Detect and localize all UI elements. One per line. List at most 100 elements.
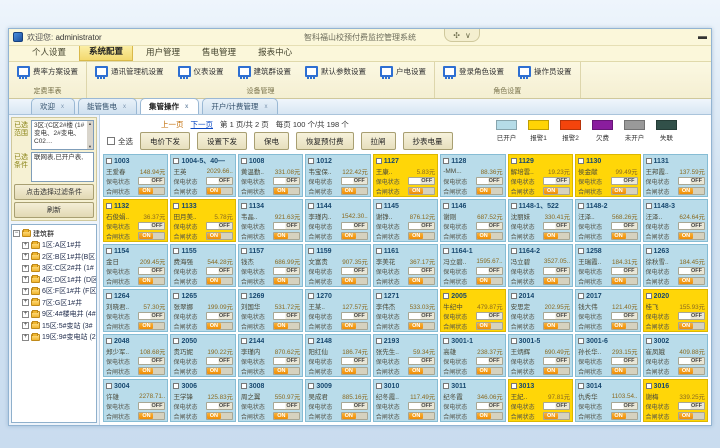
menu-item[interactable]: 个人设置 bbox=[23, 44, 75, 61]
keep-power-toggle[interactable]: OFF bbox=[341, 312, 368, 320]
room-checkbox[interactable] bbox=[511, 158, 517, 164]
room-card[interactable]: 1148-3 汪泽.. 624.64元 保电状态 OFF 合闸状态 ON bbox=[643, 199, 708, 242]
tree-item[interactable]: + 4区:D区1#井 (D区 bbox=[22, 275, 95, 285]
tree-item[interactable]: + 2区:B区1#井(B区1 bbox=[22, 252, 95, 262]
room-checkbox[interactable] bbox=[106, 248, 112, 254]
switch-state-toggle[interactable]: ON bbox=[611, 187, 638, 195]
room-card[interactable]: 3002 崔凤娥 409.88元 保电状态 OFF 合闸状态 ON bbox=[643, 334, 708, 377]
room-checkbox[interactable] bbox=[308, 248, 314, 254]
room-card[interactable]: 1164-2 冯立碧 3527.05.. 保电状态 OFF 合闸状态 ON bbox=[508, 244, 573, 287]
room-card[interactable]: 3006 王学锋 125.83元 保电状态 OFF 合闸状态 ON bbox=[170, 379, 235, 422]
switch-state-toggle[interactable]: ON bbox=[206, 367, 233, 375]
room-card[interactable]: 1144 李瑾内.. 1542.30.. 保电状态 OFF 合闸状态 ON bbox=[305, 199, 370, 242]
tree-item[interactable]: + 9区:4#楼电井 (4# bbox=[22, 309, 95, 319]
room-card[interactable]: 1269 刘国华 531.72元 保电状态 OFF 合闸状态 ON bbox=[238, 289, 303, 332]
tree-item[interactable]: + 1区:A区1#井 bbox=[22, 240, 95, 250]
room-checkbox[interactable] bbox=[646, 248, 652, 254]
tree-item[interactable]: + 7区:G区1#井 bbox=[22, 298, 95, 308]
room-card[interactable]: 1159 文富贵 907.35元 保电状态 OFF 合闸状态 ON bbox=[305, 244, 370, 287]
room-card[interactable]: 1133 田月美.. 5.78元 保电状态 OFF 合闸状态 ON bbox=[170, 199, 235, 242]
ribbon-button[interactable]: 建筑群设置 bbox=[236, 65, 294, 78]
switch-state-toggle[interactable]: ON bbox=[341, 367, 368, 375]
room-checkbox[interactable] bbox=[308, 203, 314, 209]
keep-power-toggle[interactable]: OFF bbox=[408, 267, 435, 275]
document-tab[interactable]: 能管售电 x bbox=[78, 98, 137, 114]
menu-item[interactable]: 报表中心 bbox=[249, 44, 301, 61]
room-card[interactable]: 1132 石俊娟.. 36.37元 保电状态 OFF 合闸状态 ON bbox=[103, 199, 168, 242]
select-all[interactable]: 全选 bbox=[107, 136, 133, 147]
keep-power-toggle[interactable]: OFF bbox=[273, 177, 300, 185]
switch-state-toggle[interactable]: ON bbox=[273, 412, 300, 420]
close-tab-icon[interactable]: x bbox=[183, 103, 190, 111]
room-checkbox[interactable] bbox=[308, 338, 314, 344]
room-checkbox[interactable] bbox=[376, 248, 382, 254]
room-card[interactable]: 3011 纪冬霞 346.06元 保电状态 OFF 合闸状态 ON bbox=[440, 379, 505, 422]
prev-page-link[interactable]: 上一页 bbox=[161, 119, 184, 130]
switch-state-toggle[interactable]: ON bbox=[678, 277, 705, 285]
room-checkbox[interactable] bbox=[511, 383, 517, 389]
keep-power-toggle[interactable]: OFF bbox=[611, 267, 638, 275]
keep-power-toggle[interactable]: OFF bbox=[543, 222, 570, 230]
expand-icon[interactable]: + bbox=[22, 299, 29, 306]
keep-power-toggle[interactable]: OFF bbox=[476, 222, 503, 230]
switch-state-toggle[interactable]: ON bbox=[543, 277, 570, 285]
room-checkbox[interactable] bbox=[578, 158, 584, 164]
room-checkbox[interactable] bbox=[578, 248, 584, 254]
toolbar-button[interactable]: 设置下发 bbox=[197, 132, 247, 150]
keep-power-toggle[interactable]: OFF bbox=[476, 357, 503, 365]
switch-state-toggle[interactable]: ON bbox=[408, 367, 435, 375]
menu-item[interactable]: 售电管理 bbox=[193, 44, 245, 61]
room-checkbox[interactable] bbox=[578, 293, 584, 299]
ribbon-button[interactable]: 通讯管理机设置 bbox=[93, 65, 166, 78]
switch-state-toggle[interactable]: ON bbox=[543, 367, 570, 375]
switch-state-toggle[interactable]: ON bbox=[341, 232, 368, 240]
room-checkbox[interactable] bbox=[173, 158, 179, 164]
keep-power-toggle[interactable]: OFF bbox=[476, 177, 503, 185]
room-card[interactable]: 1130 侯金献 99.49元 保电状态 OFF 合闸状态 ON bbox=[575, 154, 640, 197]
room-checkbox[interactable] bbox=[376, 338, 382, 344]
room-checkbox[interactable] bbox=[511, 338, 517, 344]
room-checkbox[interactable] bbox=[308, 383, 314, 389]
switch-state-toggle[interactable]: ON bbox=[476, 232, 503, 240]
switch-state-toggle[interactable]: ON bbox=[611, 367, 638, 375]
room-checkbox[interactable] bbox=[106, 158, 112, 164]
room-checkbox[interactable] bbox=[376, 293, 382, 299]
room-card[interactable]: 3004 许雄 2278.71.. 保电状态 OFF 合闸状态 ON bbox=[103, 379, 168, 422]
keep-power-toggle[interactable]: OFF bbox=[273, 312, 300, 320]
room-card[interactable]: 1270 王某.. 127.57元 保电状态 OFF 合闸状态 ON bbox=[305, 289, 370, 332]
keep-power-toggle[interactable]: OFF bbox=[138, 312, 165, 320]
quick-access-icon[interactable]: ✣ bbox=[453, 31, 460, 40]
switch-state-toggle[interactable]: ON bbox=[543, 232, 570, 240]
switch-state-toggle[interactable]: ON bbox=[408, 232, 435, 240]
ribbon-button[interactable]: 登录角色设置 bbox=[441, 65, 506, 78]
room-checkbox[interactable] bbox=[376, 203, 382, 209]
room-card[interactable]: 2050 贵巧妮 190.22元 保电状态 OFF 合闸状态 ON bbox=[170, 334, 235, 377]
room-card[interactable]: 1148-1、522 沈丽妹 330.41元 保电状态 OFF 合闸状态 ON bbox=[508, 199, 573, 242]
select-all-checkbox[interactable] bbox=[107, 137, 115, 145]
condition-box[interactable]: 联网表,已开户表, bbox=[31, 152, 94, 182]
switch-state-toggle[interactable]: ON bbox=[273, 187, 300, 195]
switch-state-toggle[interactable]: ON bbox=[206, 322, 233, 330]
room-checkbox[interactable] bbox=[173, 203, 179, 209]
switch-state-toggle[interactable]: ON bbox=[138, 187, 165, 195]
room-checkbox[interactable] bbox=[173, 383, 179, 389]
switch-state-toggle[interactable]: ON bbox=[678, 187, 705, 195]
room-checkbox[interactable] bbox=[578, 383, 584, 389]
room-checkbox[interactable] bbox=[308, 158, 314, 164]
room-checkbox[interactable] bbox=[443, 248, 449, 254]
keep-power-toggle[interactable]: OFF bbox=[543, 177, 570, 185]
room-card[interactable]: 1003 王爱春 148.94元 保电状态 OFF 合闸状态 ON bbox=[103, 154, 168, 197]
keep-power-toggle[interactable]: OFF bbox=[678, 267, 705, 275]
room-card[interactable]: 1145 谢铮.. 876.12元 保电状态 OFF 合闸状态 ON bbox=[373, 199, 438, 242]
room-card[interactable]: 1148-2 汪泽.. 568.26元 保电状态 OFF 合闸状态 ON bbox=[575, 199, 640, 242]
switch-state-toggle[interactable]: ON bbox=[476, 277, 503, 285]
document-tab[interactable]: 集管操作 x bbox=[140, 98, 199, 114]
close-tab-icon[interactable]: x bbox=[262, 103, 269, 111]
keep-power-toggle[interactable]: OFF bbox=[611, 312, 638, 320]
room-card[interactable]: 2005 牛纪中 479.87元 保电状态 OFF 合闸状态 ON bbox=[440, 289, 505, 332]
keep-power-toggle[interactable]: OFF bbox=[611, 177, 638, 185]
keep-power-toggle[interactable]: OFF bbox=[341, 402, 368, 410]
room-checkbox[interactable] bbox=[241, 158, 247, 164]
room-card[interactable]: 1127 王康.. 5.83元 保电状态 OFF 合闸状态 ON bbox=[373, 154, 438, 197]
switch-state-toggle[interactable]: ON bbox=[206, 412, 233, 420]
